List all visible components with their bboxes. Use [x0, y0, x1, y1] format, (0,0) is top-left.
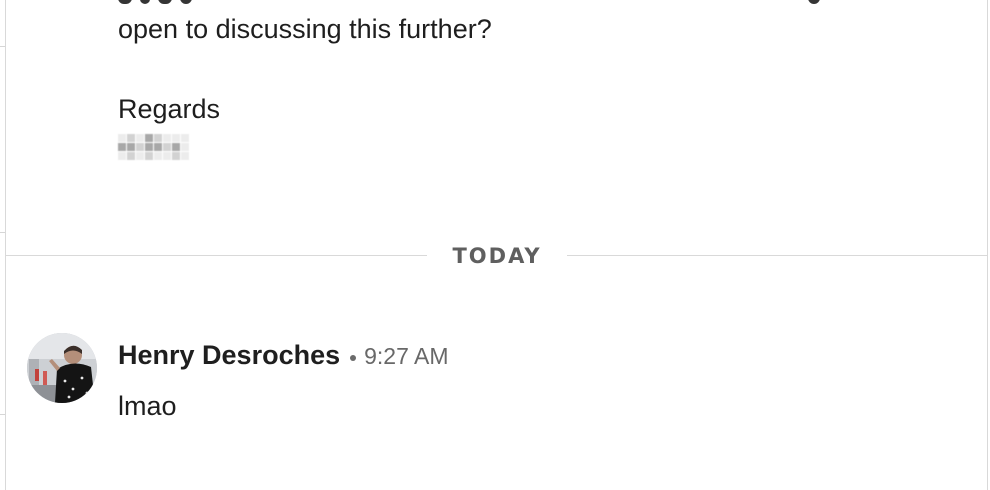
- side-divider-tick: [0, 46, 5, 47]
- message-thread: open to discussing this further? Regards…: [0, 0, 990, 490]
- user-photo-avatar-icon: [27, 333, 97, 403]
- sender-name[interactable]: Henry Desroches: [118, 340, 340, 370]
- avatar[interactable]: [27, 333, 97, 403]
- pane-left-border: [5, 0, 6, 490]
- message-timestamp: 9:27 AM: [364, 343, 449, 369]
- redacted-signature: [118, 134, 189, 160]
- date-divider-label: TODAY: [427, 242, 567, 270]
- message-text: lmao: [118, 391, 177, 421]
- message-signoff: Regards: [118, 94, 221, 124]
- side-divider-tick: [0, 414, 5, 415]
- side-divider-tick: [0, 232, 5, 233]
- cropped-text-line: [118, 0, 968, 4]
- message-body-line: open to discussing this further?: [118, 14, 492, 44]
- message-header: Henry Desroches 9:27 AM: [118, 339, 449, 376]
- message-item: Henry Desroches 9:27 AM lmao: [27, 333, 927, 423]
- separator-dot: [350, 354, 357, 361]
- pane-right-border: [987, 0, 988, 490]
